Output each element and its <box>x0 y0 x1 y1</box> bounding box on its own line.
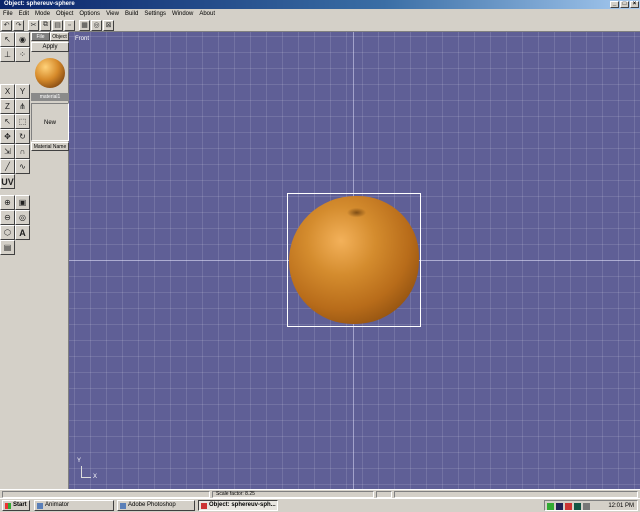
table-icon[interactable]: ▤ <box>0 240 15 255</box>
copy-icon[interactable]: ⧉ <box>40 19 51 31</box>
material-label: material1 <box>31 93 69 101</box>
title-bar: Object: sphereuv-sphere _ □ × <box>0 0 640 9</box>
redo-icon[interactable]: ↷ <box>13 19 24 31</box>
task-animator[interactable]: Animator <box>34 500 114 511</box>
maximize-button[interactable]: □ <box>620 1 629 8</box>
material-preview-ball <box>35 58 65 88</box>
cut-icon[interactable]: ✂ <box>28 19 39 31</box>
menu-about[interactable]: About <box>199 9 215 19</box>
undo-icon[interactable]: ↶ <box>1 19 12 31</box>
start-button[interactable]: Start <box>2 500 30 511</box>
axis-gizmo: Y X <box>77 458 101 482</box>
status-field-right <box>394 491 638 498</box>
paste-icon[interactable]: ▤ <box>52 19 63 31</box>
points-icon[interactable]: ⁘ <box>15 47 30 62</box>
scale-factor: Scale factor: 8.25 <box>212 491 374 498</box>
eye-icon[interactable]: ◉ <box>15 32 30 47</box>
tray-monitor-icon[interactable] <box>574 503 581 510</box>
material-name-button[interactable]: Material Name <box>31 142 69 151</box>
menu-view[interactable]: View <box>106 9 119 19</box>
clock: 12:01 PM <box>608 503 634 509</box>
object-app-icon <box>201 503 207 509</box>
windows-flag-icon <box>5 503 11 509</box>
animator-app-icon <box>37 503 43 509</box>
hierarchy-icon[interactable]: ⋔ <box>15 99 30 114</box>
cylinder-icon[interactable]: ⊖ <box>0 210 15 225</box>
minimize-button[interactable]: _ <box>610 1 619 8</box>
curve-icon[interactable]: ∿ <box>15 159 30 174</box>
axis-icon[interactable]: ⊥ <box>0 47 15 62</box>
task-label: Object: sphereuv-sph... <box>209 502 276 508</box>
new-material-button[interactable]: New <box>31 103 69 141</box>
material-swatch[interactable] <box>31 53 69 93</box>
y-constrain-icon[interactable]: Y <box>15 84 30 99</box>
viewport-front[interactable]: Front Y X <box>69 32 640 489</box>
tab-file[interactable]: File <box>31 32 50 41</box>
photoshop-app-icon <box>120 503 126 509</box>
polygon-icon[interactable]: ⬡ <box>0 225 15 240</box>
start-label: Start <box>13 502 27 508</box>
system-tray: 12:01 PM <box>544 500 638 511</box>
select-arrow-icon[interactable]: ↖ <box>0 32 15 47</box>
delete-icon[interactable]: ▫ <box>64 19 75 31</box>
marquee-icon[interactable]: ⬚ <box>15 114 30 129</box>
status-field-small <box>376 491 392 498</box>
tray-check-icon[interactable] <box>547 503 554 510</box>
close-button[interactable]: × <box>630 1 639 8</box>
status-field-left <box>2 491 210 498</box>
z-constrain-icon[interactable]: Z <box>0 99 15 114</box>
task-object-window[interactable]: Object: sphereuv-sph... <box>198 500 278 511</box>
sphere-icon[interactable]: ⊕ <box>0 195 15 210</box>
grid-icon[interactable]: ▦ <box>79 19 90 31</box>
taskbar: Start Animator Adobe Photoshop Object: s… <box>0 498 640 512</box>
window-title: Object: sphereuv-sphere <box>4 1 75 7</box>
tool-palette: ↖ ◉ ⊥ ⁘ X Y Z ⋔ ↖ ⬚ ✥ ↻ ⇲ ∩ ╱ ∿ UV ⊕ ▣ ⊖… <box>0 32 31 255</box>
zoom-fit-icon[interactable]: ⊠ <box>103 19 114 31</box>
line-icon[interactable]: ╱ <box>0 159 15 174</box>
axis-y-label: Y <box>77 458 82 464</box>
menu-options[interactable]: Options <box>79 9 100 19</box>
cube-icon[interactable]: ▣ <box>15 195 30 210</box>
menu-settings[interactable]: Settings <box>144 9 166 19</box>
move-icon[interactable]: ✥ <box>0 129 15 144</box>
view-label: Front <box>75 36 90 42</box>
task-label: Adobe Photoshop <box>128 502 176 508</box>
text-icon[interactable]: A <box>15 225 30 240</box>
task-label: Animator <box>45 502 70 508</box>
menu-edit[interactable]: Edit <box>19 9 29 19</box>
menu-build[interactable]: Build <box>125 9 138 19</box>
material-panel: File Object Apply material1 New Material… <box>31 32 69 182</box>
task-photoshop[interactable]: Adobe Photoshop <box>117 500 195 511</box>
axis-x-label: X <box>93 474 98 480</box>
torus-icon[interactable]: ◎ <box>15 210 30 225</box>
left-panel: ↖ ◉ ⊥ ⁘ X Y Z ⋔ ↖ ⬚ ✥ ↻ ⇲ ∩ ╱ ∿ UV ⊕ ▣ ⊖… <box>0 32 69 489</box>
selection-box <box>287 193 421 327</box>
menu-object[interactable]: Object <box>56 9 73 19</box>
magnet-icon[interactable]: ∩ <box>15 144 30 159</box>
tray-volume-icon[interactable] <box>583 503 590 510</box>
toolbar: ↶ ↷ ✂ ⧉ ▤ ▫ ▦ ◎ ⊠ <box>0 19 640 32</box>
menu-bar: File Edit Mode Object Options View Build… <box>0 9 640 19</box>
menu-file[interactable]: File <box>3 9 13 19</box>
tray-app-icon[interactable] <box>565 503 572 510</box>
tray-network-icon[interactable] <box>556 503 563 510</box>
menu-mode[interactable]: Mode <box>35 9 50 19</box>
rotate-icon[interactable]: ↻ <box>15 129 30 144</box>
tab-object[interactable]: Object <box>50 32 69 41</box>
status-bar: Scale factor: 8.25 <box>0 489 640 498</box>
menu-window[interactable]: Window <box>172 9 193 19</box>
x-constrain-icon[interactable]: X <box>0 84 15 99</box>
snap-icon[interactable]: ◎ <box>91 19 102 31</box>
scale-icon[interactable]: ⇲ <box>0 144 15 159</box>
uv-icon[interactable]: UV <box>0 174 15 189</box>
pointer-icon[interactable]: ↖ <box>0 114 15 129</box>
apply-button[interactable]: Apply <box>31 42 69 52</box>
